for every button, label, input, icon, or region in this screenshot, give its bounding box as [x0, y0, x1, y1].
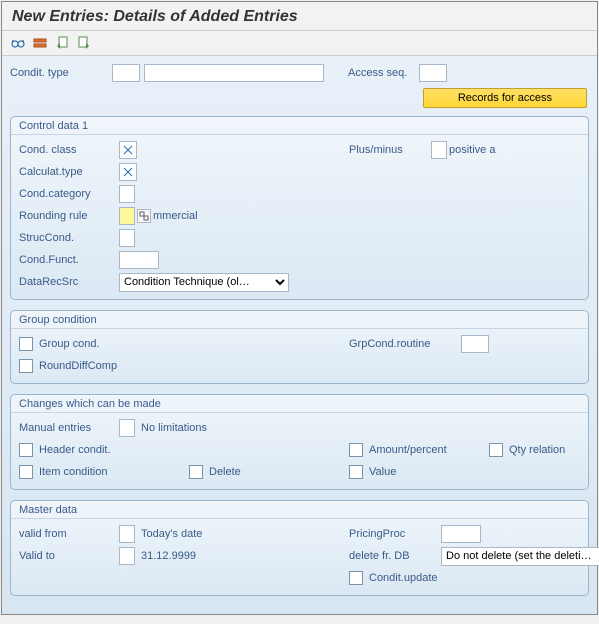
- delete-fr-db-select[interactable]: Do not delete (set the deleti…: [441, 547, 599, 566]
- pricing-proc-label: PricingProc: [349, 528, 439, 540]
- value-label: Value: [369, 466, 396, 478]
- rounding-rule-text: mmercial: [153, 210, 198, 222]
- delete-checkbox[interactable]: [189, 465, 203, 479]
- delete-label: Delete: [209, 466, 241, 478]
- rounding-rule-label: Rounding rule: [19, 210, 117, 222]
- no-limitations-text: No limitations: [141, 422, 207, 434]
- datarecsrc-select[interactable]: Condition Technique (ol…: [119, 273, 289, 292]
- title-bar: New Entries: Details of Added Entries: [2, 2, 597, 31]
- manual-entries-label: Manual entries: [19, 422, 117, 434]
- round-diff-comp-label: RoundDiffComp: [39, 360, 117, 372]
- valid-from-text: Today's date: [141, 528, 202, 540]
- valid-to-input[interactable]: [119, 547, 135, 565]
- amount-percent-checkbox[interactable]: [349, 443, 363, 457]
- value-checkbox[interactable]: [349, 465, 363, 479]
- control-data-1-title: Control data 1: [11, 117, 588, 135]
- group-cond-checkbox[interactable]: [19, 337, 33, 351]
- access-seq-input[interactable]: [419, 64, 447, 82]
- qty-relation-label: Qty relation: [509, 444, 565, 456]
- header-condit-label: Header condit.: [39, 444, 111, 456]
- condit-type-desc-input[interactable]: [144, 64, 324, 82]
- sap-window: New Entries: Details of Added Entries Co…: [1, 1, 598, 615]
- grpcond-routine-input[interactable]: [461, 335, 489, 353]
- cond-funct-label: Cond.Funct.: [19, 254, 117, 266]
- round-diff-comp-checkbox[interactable]: [19, 359, 33, 373]
- plus-minus-label: Plus/minus: [349, 144, 429, 156]
- cond-funct-input[interactable]: [119, 251, 159, 269]
- rounding-rule-input[interactable]: [119, 207, 135, 225]
- calculat-type-input[interactable]: [119, 163, 137, 181]
- search-help-icon[interactable]: [137, 209, 151, 223]
- condit-type-code-input[interactable]: [112, 64, 140, 82]
- pricing-proc-input[interactable]: [441, 525, 481, 543]
- qty-relation-checkbox[interactable]: [489, 443, 503, 457]
- access-seq-label: Access seq.: [348, 67, 407, 79]
- master-data-group: Master data valid from Today's date Vali…: [10, 500, 589, 596]
- next-entry-icon[interactable]: [76, 35, 92, 51]
- delete-fr-db-label: delete fr. DB: [349, 550, 439, 562]
- group-cond-label: Group cond.: [39, 338, 100, 350]
- datarecsrc-label: DataRecSrc: [19, 276, 117, 288]
- item-condition-checkbox[interactable]: [19, 465, 33, 479]
- valid-to-label: Valid to: [19, 550, 117, 562]
- cond-class-label: Cond. class: [19, 144, 117, 156]
- toolbar: [2, 31, 597, 56]
- condit-update-checkbox[interactable]: [349, 571, 363, 585]
- grpcond-routine-label: GrpCond.routine: [349, 338, 459, 350]
- manual-entries-input[interactable]: [119, 419, 135, 437]
- struccond-label: StrucCond.: [19, 232, 117, 244]
- cond-category-label: Cond.category: [19, 188, 117, 200]
- valid-from-input[interactable]: [119, 525, 135, 543]
- valid-to-text: 31.12.9999: [141, 550, 196, 562]
- group-condition-group: Group condition Group cond. RoundDiffCom…: [10, 310, 589, 384]
- page-title: New Entries: Details of Added Entries: [12, 8, 298, 26]
- control-data-1-group: Control data 1 Cond. class Calculat.type: [10, 116, 589, 300]
- valid-from-label: valid from: [19, 528, 117, 540]
- struccond-input[interactable]: [119, 229, 135, 247]
- header-condit-checkbox[interactable]: [19, 443, 33, 457]
- cond-category-input[interactable]: [119, 185, 135, 203]
- content-area: Condit. type Access seq. Records for acc…: [2, 56, 597, 614]
- calculat-type-label: Calculat.type: [19, 166, 117, 178]
- amount-percent-label: Amount/percent: [369, 444, 447, 456]
- plus-minus-text: positive a: [449, 144, 495, 156]
- item-condition-label: Item condition: [39, 466, 107, 478]
- cond-class-input[interactable]: [119, 141, 137, 159]
- condit-type-label: Condit. type: [10, 67, 108, 79]
- condit-update-label: Condit.update: [369, 572, 438, 584]
- glasses-icon[interactable]: [10, 35, 26, 51]
- master-data-title: Master data: [11, 501, 588, 519]
- changes-title: Changes which can be made: [11, 395, 588, 413]
- changes-group: Changes which can be made Manual entries…: [10, 394, 589, 490]
- header-inputs: Condit. type Access seq. Records for acc…: [10, 64, 589, 116]
- delimit-icon[interactable]: [32, 35, 48, 51]
- plus-minus-input[interactable]: [431, 141, 447, 159]
- group-condition-title: Group condition: [11, 311, 588, 329]
- records-for-access-button[interactable]: Records for access: [423, 88, 587, 108]
- previous-entry-icon[interactable]: [54, 35, 70, 51]
